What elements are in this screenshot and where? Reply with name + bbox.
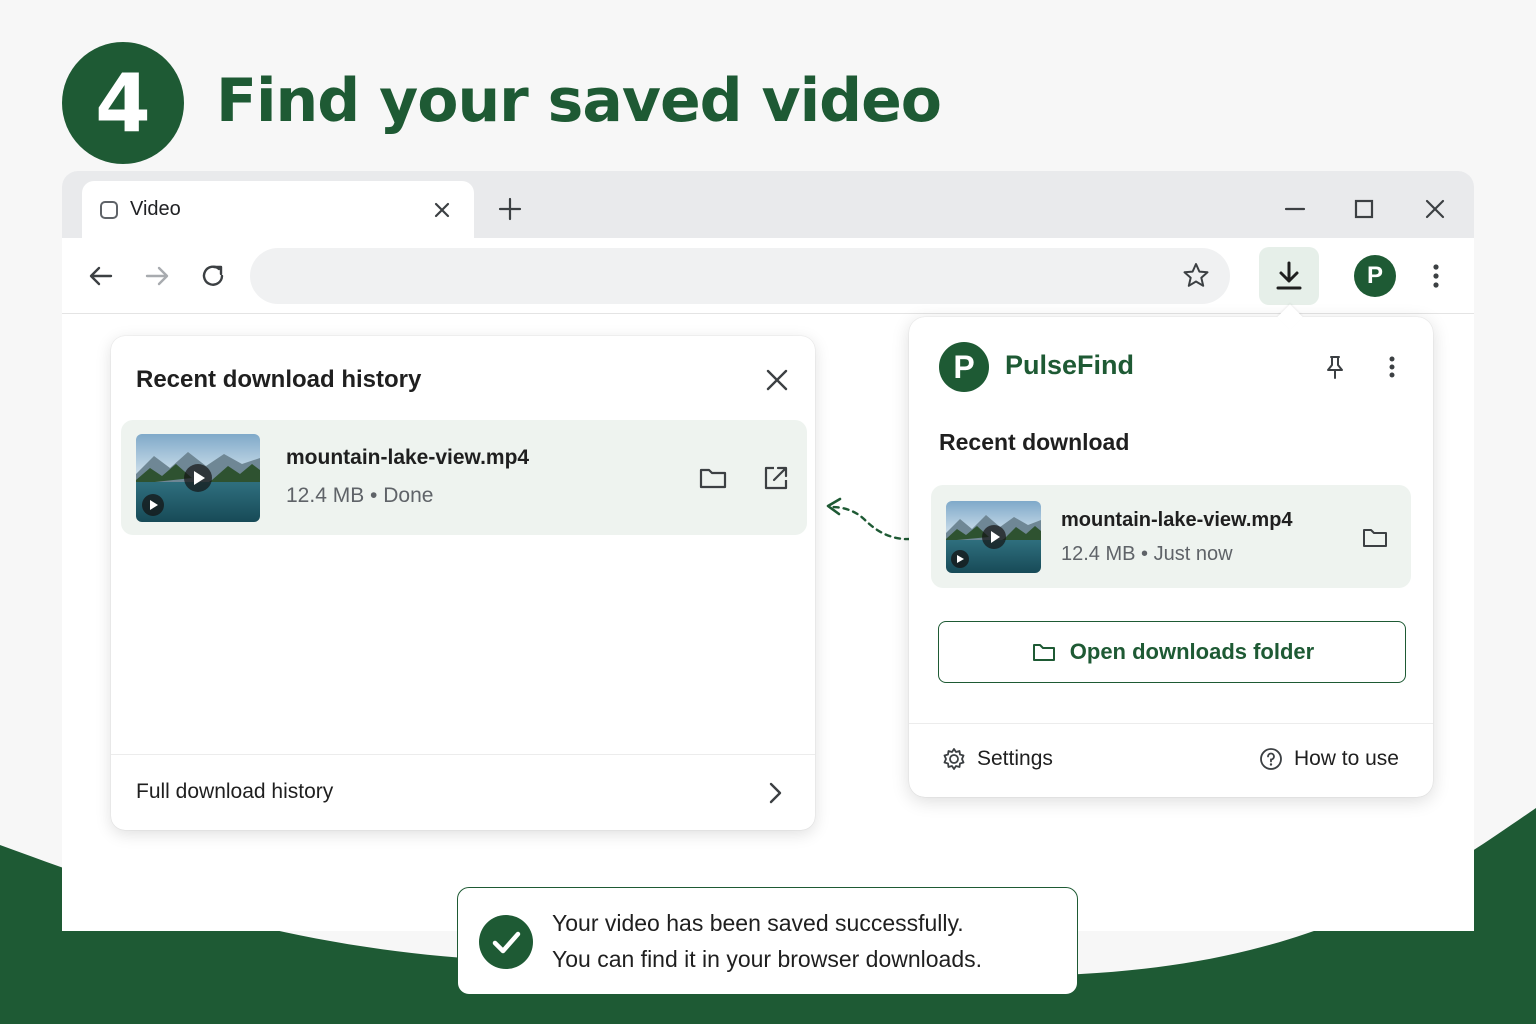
recent-filename: mountain-lake-view.mp4 bbox=[1061, 509, 1293, 531]
brand-name: PulseFind bbox=[1005, 350, 1135, 380]
recent-download-heading: Recent download bbox=[939, 429, 1130, 455]
arrow-right-icon[interactable] bbox=[139, 258, 175, 294]
history-title: Recent download history bbox=[136, 366, 422, 393]
folder-icon bbox=[1030, 638, 1058, 666]
settings-link[interactable]: Settings bbox=[941, 746, 1053, 772]
how-to-use-label: How to use bbox=[1293, 747, 1399, 770]
download-filename: mountain-lake-view.mp4 bbox=[286, 446, 530, 469]
extension-popup: P PulseFind Recent download mountain-lak… bbox=[909, 304, 1433, 797]
close-window-icon[interactable] bbox=[1417, 191, 1453, 227]
help-circle-icon bbox=[1258, 746, 1284, 772]
check-icon bbox=[479, 915, 533, 969]
how-to-use-link[interactable]: How to use bbox=[1258, 746, 1399, 772]
star-icon[interactable] bbox=[1180, 260, 1212, 292]
folder-icon[interactable] bbox=[695, 460, 731, 496]
download-meta: 12.4 MB • Done bbox=[286, 484, 434, 507]
external-link-icon[interactable] bbox=[758, 460, 794, 496]
success-toast: Your video has been saved successfully. … bbox=[457, 887, 1078, 995]
close-icon[interactable] bbox=[759, 362, 795, 398]
tab-video[interactable]: Video bbox=[82, 181, 474, 238]
settings-label: Settings bbox=[977, 747, 1053, 770]
maximize-icon[interactable] bbox=[1346, 191, 1382, 227]
reload-icon[interactable] bbox=[195, 258, 231, 294]
address-bar[interactable] bbox=[250, 248, 1230, 304]
video-thumbnail bbox=[946, 501, 1041, 573]
popup-footer: Settings How to use bbox=[909, 723, 1433, 797]
folder-icon[interactable] bbox=[1359, 521, 1391, 553]
download-history-panel: Recent download history mountain-lake-vi… bbox=[111, 336, 815, 830]
plus-icon[interactable] bbox=[492, 191, 528, 227]
toast-message-line1: Your video has been saved successfully. bbox=[552, 910, 964, 936]
brand-logo: P bbox=[939, 342, 989, 392]
kebab-icon[interactable] bbox=[1379, 351, 1405, 383]
video-thumbnail bbox=[136, 434, 260, 522]
full-history-label: Full download history bbox=[136, 780, 334, 803]
pin-icon[interactable] bbox=[1319, 351, 1351, 383]
toast-message-line2: You can find it in your browser download… bbox=[552, 946, 983, 972]
step-number: 4 bbox=[95, 56, 151, 150]
page-icon bbox=[100, 200, 118, 219]
open-downloads-folder-button[interactable]: Open downloads folder bbox=[938, 621, 1406, 683]
recent-meta: 12.4 MB • Just now bbox=[1061, 543, 1233, 565]
connector-arrow bbox=[826, 497, 912, 541]
download-icon bbox=[1271, 258, 1307, 294]
minimize-icon[interactable] bbox=[1277, 191, 1313, 227]
kebab-icon[interactable] bbox=[1422, 258, 1450, 294]
page-title: Find your saved video bbox=[216, 66, 942, 136]
full-history-link[interactable]: Full download history bbox=[111, 754, 815, 830]
tab-label: Video bbox=[130, 198, 181, 220]
extension-avatar[interactable]: P bbox=[1354, 255, 1396, 297]
open-downloads-folder-label: Open downloads folder bbox=[1069, 639, 1315, 664]
downloads-button[interactable] bbox=[1259, 247, 1319, 305]
chevron-right-icon bbox=[757, 775, 793, 811]
arrow-left-icon[interactable] bbox=[83, 258, 119, 294]
download-item[interactable]: mountain-lake-view.mp4 12.4 MB • Done bbox=[121, 420, 807, 535]
recent-download-item[interactable]: mountain-lake-view.mp4 12.4 MB • Just no… bbox=[931, 485, 1411, 588]
browser-toolbar: P bbox=[62, 238, 1474, 314]
step-number-badge: 4 bbox=[62, 42, 184, 164]
gear-icon bbox=[941, 746, 967, 772]
close-icon[interactable] bbox=[428, 196, 456, 224]
tab-strip: Video bbox=[62, 171, 1474, 238]
